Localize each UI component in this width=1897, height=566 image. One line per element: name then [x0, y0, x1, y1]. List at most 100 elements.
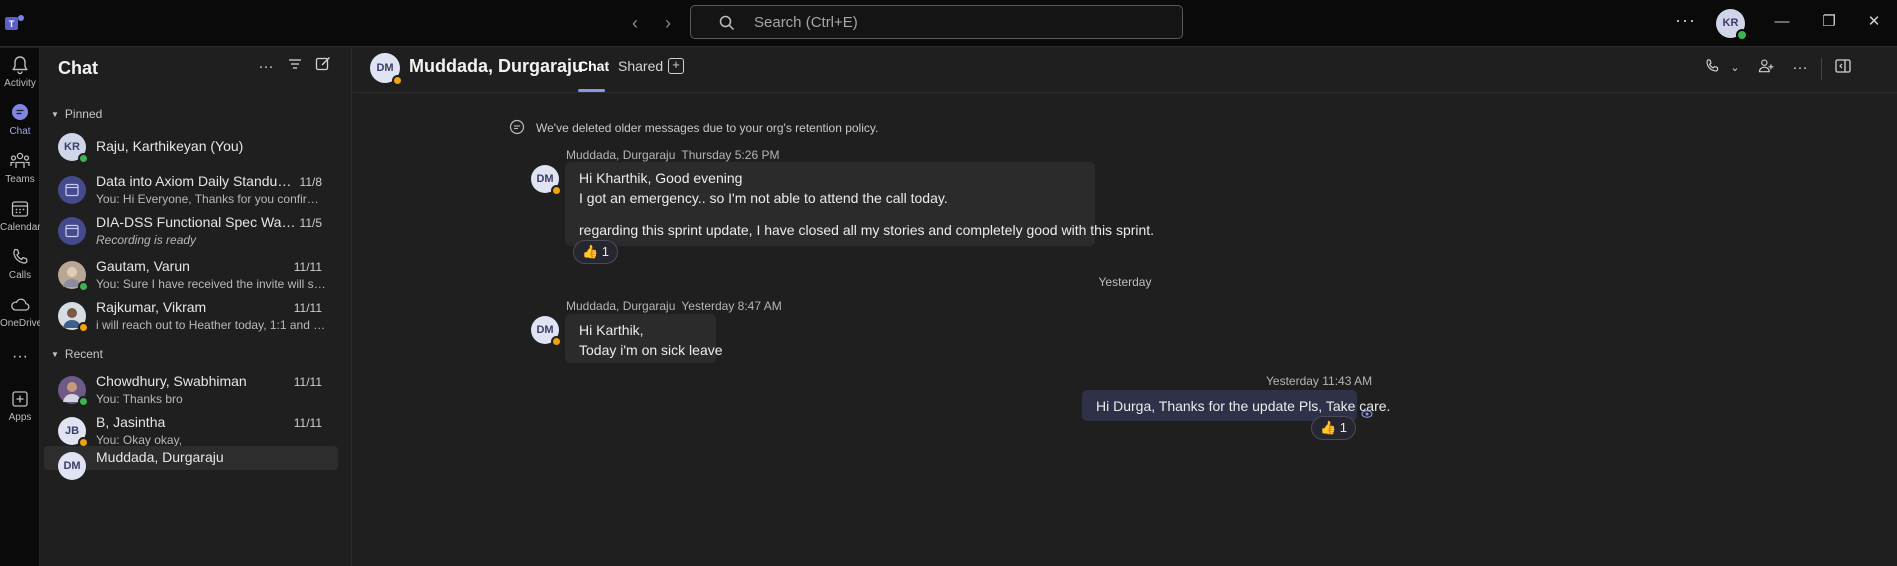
call-button[interactable]	[1701, 57, 1723, 79]
conversation-pane: DM Muddada, Durgaraju Chat Shared + ⌄ ··…	[353, 48, 1897, 566]
retention-policy-text: We've deleted older messages due to your…	[536, 121, 879, 135]
search-input[interactable]: Search (Ctrl+E)	[690, 5, 1183, 39]
rail-label: Chat	[9, 126, 31, 137]
chat-item-preview: You: Hi Everyone, Thanks for you confirm…	[96, 192, 328, 206]
message-time: Yesterday 8:47 AM	[681, 299, 782, 313]
header-divider	[1821, 58, 1822, 80]
rail-item-chat[interactable]: Chat	[0, 102, 40, 137]
recent-label: Recent	[64, 347, 103, 361]
rail-item-calls[interactable]: Calls	[0, 246, 40, 281]
day-separator: Yesterday	[1098, 275, 1152, 289]
rail-item-teams[interactable]: Teams	[0, 150, 40, 185]
profile-initials: KR	[1722, 17, 1739, 29]
people-button[interactable]	[1755, 57, 1777, 79]
message-meta: Yesterday 11:43 AM	[1266, 374, 1372, 388]
retention-policy-notice: We've deleted older messages due to your…	[509, 119, 879, 135]
chat-item-preview: Recording is ready	[96, 233, 197, 247]
side-panel-icon	[1835, 59, 1851, 73]
chat-item-name: Chowdhury, Swabhiman	[96, 373, 247, 389]
photo-avatar	[58, 302, 89, 333]
message-sender: Muddada, Durgaraju	[566, 299, 676, 313]
app-rail: Activity Chat Teams Calendar Calls OneDr…	[0, 48, 40, 566]
presence-available-icon	[78, 153, 89, 164]
call-options-chevron-down-icon[interactable]: ⌄	[1724, 57, 1746, 79]
rail-label: OneDrive	[0, 318, 40, 329]
reaction-like-button[interactable]: 👍 1	[1311, 416, 1357, 440]
sender-avatar[interactable]: DM	[531, 165, 562, 196]
chevron-down-icon: ▼	[51, 110, 59, 119]
phone-icon	[13, 248, 28, 264]
chevron-down-icon: ▼	[51, 350, 59, 359]
chat-item-axiom-standup[interactable]: Data into Axiom Daily Standup(15... 11/8…	[44, 170, 338, 216]
message-bubble[interactable]: Hi Kharthik, Good evening I got an emerg…	[565, 162, 1154, 246]
add-people-icon	[1758, 59, 1774, 73]
rail-item-activity[interactable]: Activity	[0, 54, 40, 89]
chat-list-pane: Chat ··· ▼ Pinned KR Raju, Karthikeyan (Y…	[41, 48, 352, 566]
rail-label: Calls	[8, 270, 32, 281]
apps-icon	[12, 391, 28, 407]
pinned-section-header[interactable]: ▼ Pinned	[51, 107, 102, 121]
chat-icon	[12, 104, 28, 120]
reaction-like-button[interactable]: 👍 1	[573, 240, 619, 264]
chat-pane-title: Chat	[58, 58, 98, 78]
teams-logo-icon[interactable]: T	[4, 12, 26, 34]
calendar-icon	[65, 224, 79, 238]
chat-item-name: Raju, Karthikeyan (You)	[96, 138, 244, 154]
conversation-header: DM Muddada, Durgaraju Chat Shared + ⌄ ··…	[353, 48, 1897, 93]
contact-name[interactable]: Muddada, Durgaraju	[409, 56, 583, 77]
chat-item-muddada-durgaraju[interactable]: DM Muddada, Durgaraju	[44, 446, 338, 480]
back-arrow-icon[interactable]: ‹	[623, 11, 647, 35]
chat-item-name: Rajkumar, Vikram	[96, 299, 207, 315]
chat-item-date: 11/11	[293, 416, 322, 430]
rail-item-more[interactable]: ···	[0, 346, 40, 366]
message-bubble[interactable]: Hi Karthik, Today i'm on sick leave	[565, 314, 723, 363]
more-options-button[interactable]: ···	[1789, 57, 1811, 79]
new-chat-button[interactable]	[312, 56, 334, 78]
chat-item-date: 11/11	[293, 375, 322, 389]
message-meta: Muddada, Durgaraju Thursday 5:26 PM	[566, 148, 779, 162]
meeting-avatar	[58, 217, 86, 245]
search-placeholder: Search (Ctrl+E)	[754, 14, 858, 31]
svg-text:T: T	[9, 19, 15, 29]
contact-avatar[interactable]: DM	[370, 53, 403, 86]
avatar: KR	[58, 133, 89, 164]
avatar-initials: DM	[376, 62, 394, 74]
rail-item-apps[interactable]: Apps	[0, 388, 40, 423]
avatar-initials: KR	[64, 141, 80, 153]
pinned-label: Pinned	[64, 107, 103, 121]
presence-away-icon	[78, 322, 89, 333]
chat-item-name: DIA-DSS Functional Spec Walkthro...	[96, 214, 296, 230]
chat-more-options-button[interactable]: ···	[255, 56, 277, 78]
tab-shared[interactable]: Shared	[618, 58, 663, 74]
cloud-icon	[11, 298, 30, 311]
chat-item-raju-karthikeyan[interactable]: KR Raju, Karthikeyan (You)	[44, 127, 338, 173]
photo-avatar	[58, 261, 89, 292]
chat-item-dia-dss[interactable]: DIA-DSS Functional Spec Walkthro... 11/5…	[44, 211, 338, 257]
tab-chat[interactable]: Chat	[578, 58, 609, 74]
close-button[interactable]: ✕	[1862, 10, 1886, 34]
chat-item-rajkumar-vikram[interactable]: Rajkumar, Vikram 11/11 i will reach out …	[44, 296, 338, 342]
avatar: DM	[58, 452, 86, 480]
recent-section-header[interactable]: ▼ Recent	[51, 347, 103, 361]
chat-item-name: Muddada, Durgaraju	[96, 449, 224, 465]
profile-avatar[interactable]: KR	[1716, 9, 1748, 41]
rail-item-calendar[interactable]: Calendar	[0, 198, 40, 233]
sender-avatar[interactable]: DM	[531, 316, 562, 347]
rail-item-onedrive[interactable]: OneDrive	[0, 294, 40, 329]
chat-item-date: 11/11	[293, 301, 322, 315]
add-tab-button[interactable]: +	[668, 58, 684, 74]
my-message-bubble[interactable]: Hi Durga, Thanks for the update Pls, Tak…	[1082, 390, 1391, 421]
restore-button[interactable]: ❐	[1817, 10, 1841, 34]
presence-available-icon	[1736, 29, 1748, 41]
filter-button[interactable]	[284, 56, 306, 78]
settings-more-button[interactable]: ···	[1675, 10, 1696, 31]
message-line: Hi Durga, Thanks for the update Pls, Tak…	[1096, 398, 1391, 414]
photo-avatar	[58, 376, 89, 407]
open-side-panel-button[interactable]	[1832, 57, 1854, 79]
minimize-button[interactable]: —	[1770, 10, 1794, 34]
chat-item-gautam-varun[interactable]: Gautam, Varun 11/11 You: Sure I have rec…	[44, 255, 338, 301]
message-spacer	[579, 208, 1081, 220]
chat-item-chowdhury-swabhiman[interactable]: Chowdhury, Swabhiman 11/11 You: Thanks b…	[44, 370, 338, 416]
presence-away-icon	[551, 336, 562, 347]
forward-arrow-icon[interactable]: ›	[656, 11, 680, 35]
